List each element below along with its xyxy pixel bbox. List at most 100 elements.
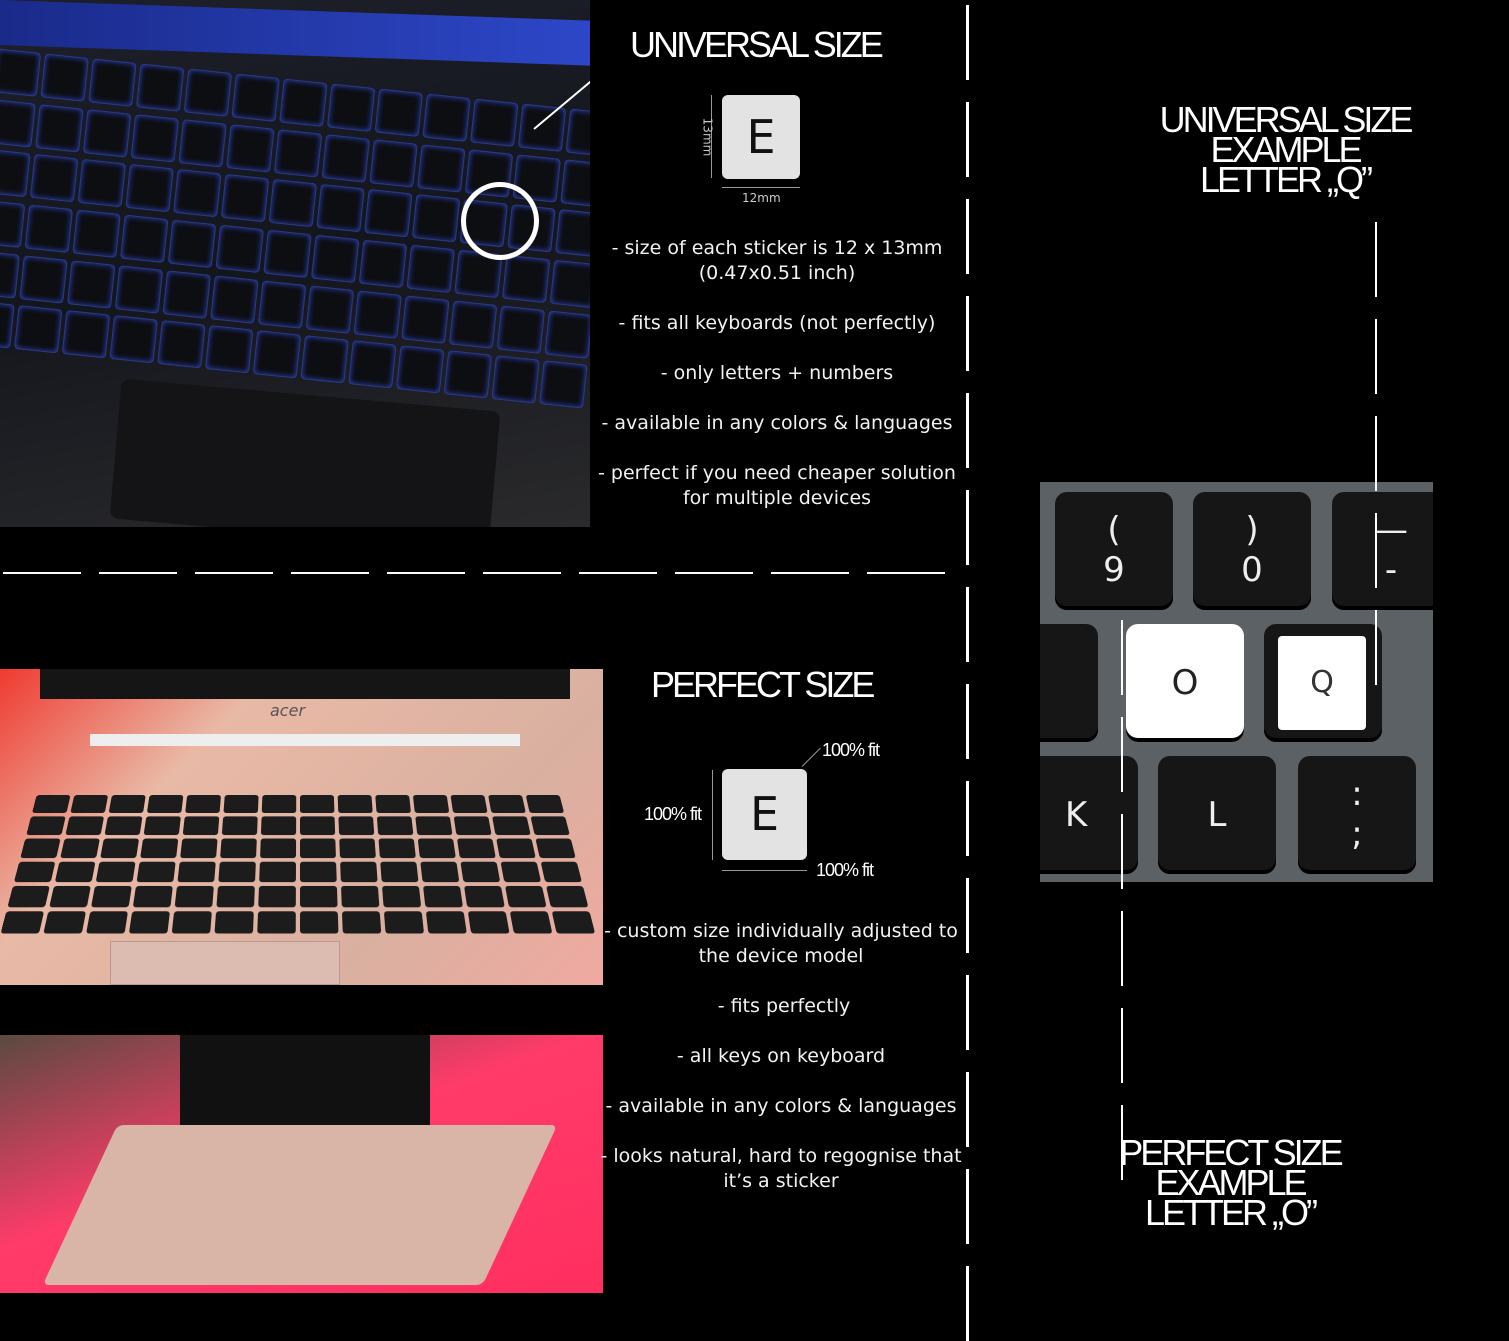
callout-dash	[1121, 620, 1123, 695]
keyboard-key	[261, 795, 297, 814]
keyboard-key	[353, 290, 402, 339]
key-p: Q	[1264, 624, 1382, 742]
keyboard-key	[162, 270, 211, 319]
callout-dash	[1375, 610, 1377, 685]
keyboard-key	[221, 816, 258, 836]
keyboard-key	[412, 795, 450, 814]
divider-dash	[675, 572, 753, 574]
keyboard-key	[185, 795, 222, 814]
divider-dash	[966, 587, 969, 662]
keyboard-key	[54, 861, 96, 883]
keyboard-key	[305, 285, 355, 334]
keyboard-key	[231, 73, 280, 122]
fit-height-label: 100% fit	[644, 804, 702, 824]
keyboard-key	[104, 816, 143, 836]
keyboard-key	[136, 861, 176, 883]
callout-dash	[1375, 222, 1377, 297]
keyboard-key	[49, 885, 91, 908]
callout-dash	[1121, 717, 1123, 792]
keyboard-key	[109, 315, 158, 364]
universal-bullet-fit: - fits all keyboards (not perfectly)	[618, 312, 936, 334]
keyboard-key	[174, 885, 214, 908]
keyboard-key	[460, 861, 501, 883]
keyboard-key	[411, 194, 461, 243]
divider-dash	[966, 102, 969, 177]
keyboard-key	[279, 78, 328, 127]
keyboard-key	[90, 885, 132, 908]
keyboard-key	[341, 911, 382, 934]
divider-dash	[867, 572, 945, 574]
keyboard-key	[65, 816, 105, 836]
keyboard-key	[146, 795, 184, 814]
keyboard-key	[364, 189, 413, 238]
divider-dash	[579, 572, 657, 574]
key-minus: — -	[1332, 492, 1433, 610]
keyboard-key	[540, 861, 582, 883]
keyboard-key	[549, 259, 590, 309]
acer-logo: acer	[270, 701, 306, 720]
callout-dash	[1121, 911, 1123, 986]
keyboard-key	[300, 795, 335, 814]
keyboard-key	[210, 275, 259, 324]
key-9: ( 9	[1055, 492, 1173, 610]
keyboard-key	[140, 838, 179, 859]
keyboard-key	[337, 795, 373, 814]
keyboard-key	[425, 911, 467, 934]
keyboard-key	[24, 204, 73, 253]
keyboard-key	[316, 184, 365, 233]
universal-sticker: E	[722, 95, 800, 179]
keyboard-key	[14, 305, 63, 354]
divider-dash	[966, 684, 969, 759]
perfect-size-laptop-photo: acer	[0, 669, 603, 985]
keyboard-key	[226, 123, 275, 173]
keyboard-key	[132, 885, 173, 908]
universal-bullet-colors: - available in any colors & languages	[601, 412, 953, 434]
keyboard-key	[20, 838, 61, 859]
divider-dash	[291, 572, 369, 574]
universal-bullet-size: - size of each sticker is 12 x 13mm (0.4…	[611, 237, 943, 284]
callout-dash	[1121, 1008, 1123, 1083]
key-semicolon: : ;	[1298, 756, 1416, 874]
keyboard-key	[258, 280, 307, 329]
keyboard-key	[258, 885, 296, 908]
universal-bullet-keys: - only letters + numbers	[660, 362, 894, 384]
keyboard-key	[215, 224, 264, 274]
keyboard-key	[420, 861, 460, 883]
keyboard-key	[376, 816, 414, 836]
keyboard-key	[395, 345, 445, 394]
corner-callout-line	[801, 747, 821, 767]
divider-dash	[966, 5, 969, 80]
universal-example-title: UNIVERSAL SIZE EXAMPLE LETTER „Q”	[1130, 102, 1440, 198]
keyboard-key	[467, 911, 510, 934]
keyboard-key	[501, 254, 551, 304]
keyboard-key	[70, 795, 109, 814]
touchpad	[109, 378, 501, 527]
keyboard-key	[171, 911, 212, 934]
laptop-screen	[0, 0, 590, 66]
keyboard-key	[300, 885, 338, 908]
width-label: 12mm	[742, 191, 781, 205]
keyboard-key	[43, 911, 87, 934]
keyboard-key	[26, 816, 66, 836]
keyboard-key	[0, 300, 15, 349]
keyboard-key	[182, 816, 220, 836]
laptop-on-sofa-photo	[0, 1035, 603, 1293]
divider-dash	[3, 572, 81, 574]
keyboard-key	[167, 219, 217, 268]
keyboard-key	[406, 244, 455, 294]
perfect-bullet-custom: - custom size individually adjusted to t…	[604, 920, 958, 967]
callout-dash	[1375, 319, 1377, 394]
keyboard-key	[544, 310, 590, 359]
width-dimension-line	[722, 870, 807, 871]
keyboard-key	[183, 68, 233, 117]
keyboard-key	[0, 98, 36, 148]
keyboard-key	[300, 911, 339, 934]
keyboard-key	[517, 103, 567, 152]
fit-width-label: 100% fit	[816, 860, 874, 880]
keyboard-key	[539, 360, 588, 409]
keyboard-key	[178, 118, 227, 168]
keyboard-key	[415, 816, 453, 836]
keyboard-key	[0, 199, 26, 248]
keyboard-key	[204, 325, 254, 374]
keyboard-key	[422, 93, 471, 142]
